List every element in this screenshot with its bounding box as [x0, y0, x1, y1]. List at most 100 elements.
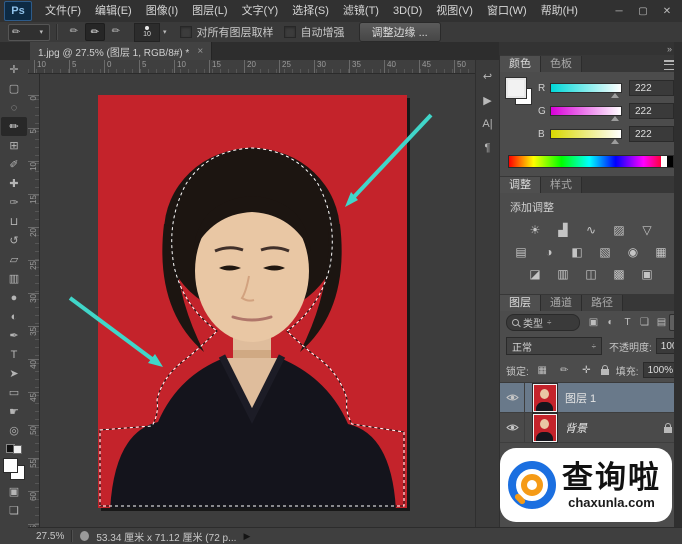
- gradient-tool[interactable]: ▥: [1, 269, 27, 288]
- visibility-eye-icon[interactable]: [500, 383, 525, 412]
- slider-handle-icon[interactable]: [611, 112, 619, 121]
- move-tool[interactable]: ✛: [1, 60, 27, 79]
- menu-item[interactable]: 文件(F): [38, 0, 88, 22]
- channel-value-field[interactable]: 222: [629, 80, 674, 96]
- vibrance-icon[interactable]: ▽: [638, 222, 657, 237]
- brightness-contrast-icon[interactable]: ☀: [526, 222, 545, 237]
- panel-tab[interactable]: 调整: [500, 177, 541, 193]
- filter-pixel-layers-icon[interactable]: ▣: [586, 315, 601, 330]
- foreground-background-swatches[interactable]: [506, 78, 534, 108]
- rectangular-marquee-tool[interactable]: ▢: [1, 79, 27, 98]
- layer-row[interactable]: 图层 1: [500, 383, 682, 413]
- channel-mixer-icon[interactable]: ◉: [624, 244, 643, 259]
- visibility-eye-icon[interactable]: [500, 413, 525, 442]
- channel-slider[interactable]: [550, 83, 622, 93]
- brush-size-picker[interactable]: 10: [134, 23, 160, 42]
- lock-position-icon[interactable]: ✛: [579, 363, 594, 378]
- filter-adjustment-layers-icon[interactable]: ◐: [603, 315, 618, 330]
- maximize-button[interactable]: ▢: [636, 6, 650, 17]
- color-spectrum-bar[interactable]: [508, 155, 674, 168]
- panel-tab[interactable]: 色板: [541, 56, 582, 72]
- channel-slider[interactable]: [550, 106, 622, 116]
- auto-enhance-checkbox[interactable]: [284, 26, 296, 38]
- path-selection-tool[interactable]: ➤: [1, 364, 27, 383]
- channel-value-field[interactable]: 222: [629, 103, 674, 119]
- screen-mode-button[interactable]: ❏: [1, 501, 27, 520]
- menu-item[interactable]: 图层(L): [185, 0, 234, 22]
- layer-thumbnail[interactable]: [533, 414, 557, 442]
- brush-tool[interactable]: ✑: [1, 193, 27, 212]
- curves-icon[interactable]: ∿: [582, 222, 601, 237]
- gradient-map-icon[interactable]: ▩: [610, 266, 629, 281]
- panel-tab[interactable]: 样式: [541, 177, 582, 193]
- menu-item[interactable]: 选择(S): [285, 0, 336, 22]
- eraser-tool[interactable]: ▱: [1, 250, 27, 269]
- hand-tool[interactable]: ☛: [1, 402, 27, 421]
- panel-tab[interactable]: 通道: [541, 295, 582, 311]
- zoom-level-field[interactable]: 27.5%: [36, 531, 64, 542]
- clone-stamp-tool[interactable]: ⊔: [1, 212, 27, 231]
- channel-slider[interactable]: [550, 129, 622, 139]
- black-white-icon[interactable]: ◧: [568, 244, 587, 259]
- exposure-icon[interactable]: ▨: [610, 222, 629, 237]
- photo-filter-icon[interactable]: ▧: [596, 244, 615, 259]
- subtract-from-selection-brush-icon[interactable]: ✏: [107, 23, 125, 39]
- filter-type-layers-icon[interactable]: T: [620, 315, 635, 330]
- type-tool[interactable]: T: [1, 345, 27, 364]
- filter-smart-objects-icon[interactable]: ▤: [654, 315, 669, 330]
- eyedropper-tool[interactable]: ✐: [1, 155, 27, 174]
- panel-tab[interactable]: 颜色: [500, 56, 541, 72]
- layer-thumbnail[interactable]: [533, 384, 557, 412]
- add-to-selection-brush-icon[interactable]: ✏: [85, 23, 105, 41]
- close-tab-icon[interactable]: ×: [197, 46, 203, 57]
- default-colors-icon[interactable]: [6, 444, 22, 454]
- menu-item[interactable]: 窗口(W): [480, 0, 534, 22]
- menu-item[interactable]: 3D(D): [386, 0, 429, 22]
- paragraph-panel-icon[interactable]: ¶: [478, 138, 498, 158]
- slider-handle-icon[interactable]: [611, 135, 619, 144]
- posterize-icon[interactable]: ▥: [554, 266, 573, 281]
- vertical-ruler[interactable]: 05101520253035404550556065: [28, 74, 40, 527]
- canvas-area[interactable]: [40, 74, 475, 527]
- chevron-down-icon[interactable]: ▾: [160, 28, 170, 36]
- history-brush-tool[interactable]: ↺: [1, 231, 27, 250]
- blur-tool[interactable]: ●: [1, 288, 27, 307]
- menu-item[interactable]: 帮助(H): [534, 0, 585, 22]
- sample-all-layers-checkbox[interactable]: [180, 26, 192, 38]
- new-selection-brush-icon[interactable]: ✏: [65, 23, 83, 39]
- menu-item[interactable]: 视图(V): [429, 0, 480, 22]
- tool-preset-picker[interactable]: ✏ ▾: [8, 24, 50, 41]
- minimize-button[interactable]: ─: [612, 6, 626, 17]
- status-expand-icon[interactable]: ▶: [243, 531, 250, 542]
- history-panel-icon[interactable]: ↩: [478, 66, 498, 86]
- blend-mode-select[interactable]: 正常 ÷: [506, 337, 602, 355]
- spot-healing-brush-tool[interactable]: ✚: [1, 174, 27, 193]
- horizontal-ruler[interactable]: 105051015202530354045505560: [28, 60, 475, 74]
- crop-tool[interactable]: ⊞: [1, 136, 27, 155]
- lock-pixels-icon[interactable]: ✏: [557, 363, 572, 378]
- zoom-tool[interactable]: ◎: [1, 421, 27, 440]
- menu-item[interactable]: 滤镜(T): [336, 0, 386, 22]
- close-button[interactable]: ✕: [660, 6, 674, 17]
- pen-tool[interactable]: ✒: [1, 326, 27, 345]
- layer-filter-kind-select[interactable]: 类型 ÷: [506, 314, 580, 331]
- panel-tab[interactable]: 路径: [582, 295, 623, 311]
- color-lookup-icon[interactable]: ▦: [652, 244, 671, 259]
- selective-color-icon[interactable]: ▣: [638, 266, 657, 281]
- color-balance-icon[interactable]: ◑: [540, 244, 559, 259]
- levels-icon[interactable]: ▟: [554, 222, 573, 237]
- lasso-tool[interactable]: ◌: [1, 98, 27, 117]
- actions-panel-icon[interactable]: ▶: [478, 90, 498, 110]
- foreground-background-swatches[interactable]: [3, 458, 25, 480]
- menu-item[interactable]: 编辑(E): [88, 0, 139, 22]
- document-tab[interactable]: 1.jpg @ 27.5% (图层 1, RGB/8#) * ×: [30, 42, 212, 60]
- character-panel-icon[interactable]: A|: [478, 114, 498, 134]
- hue-saturation-icon[interactable]: ▤: [512, 244, 531, 259]
- threshold-icon[interactable]: ◫: [582, 266, 601, 281]
- layer-row[interactable]: 背景: [500, 413, 682, 443]
- menu-item[interactable]: 文字(Y): [235, 0, 286, 22]
- refine-edge-button[interactable]: 调整边缘 ...: [359, 22, 441, 42]
- dodge-tool[interactable]: ◐: [1, 307, 27, 326]
- quick-mask-button[interactable]: ▣: [1, 482, 27, 501]
- lock-all-icon[interactable]: [601, 369, 609, 375]
